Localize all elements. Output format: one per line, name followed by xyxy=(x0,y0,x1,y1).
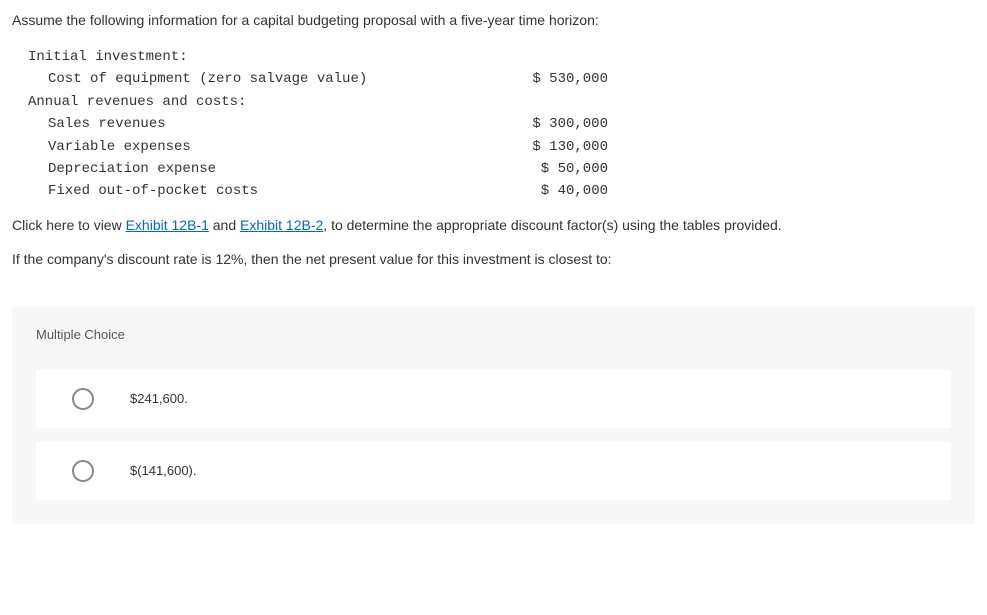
table-row: Fixed out-of-pocket costs$ 40,000 xyxy=(28,180,975,202)
row-value: $ 300,000 xyxy=(448,113,608,135)
table-row: Variable expenses$ 130,000 xyxy=(28,136,975,158)
table-row: Sales revenues$ 300,000 xyxy=(28,113,975,135)
table-row: Depreciation expense$ 50,000 xyxy=(28,158,975,180)
intro-text: Assume the following information for a c… xyxy=(12,12,975,28)
row-label: Sales revenues xyxy=(28,113,448,135)
row-value: $ 130,000 xyxy=(448,136,608,158)
exhibit-link-1[interactable]: Exhibit 12B-1 xyxy=(126,217,209,233)
row-value: $ 40,000 xyxy=(448,180,608,202)
row-value xyxy=(448,46,608,68)
radio-icon xyxy=(72,460,94,482)
multiple-choice-heading: Multiple Choice xyxy=(36,327,951,342)
answer-option[interactable]: $241,600. xyxy=(36,370,951,428)
row-value xyxy=(448,91,608,113)
click-suffix: , to determine the appropriate discount … xyxy=(323,217,781,233)
row-label: Cost of equipment (zero salvage value) xyxy=(28,68,448,90)
exhibit-links-sentence: Click here to view Exhibit 12B-1 and Exh… xyxy=(12,217,975,233)
click-prefix: Click here to view xyxy=(12,217,126,233)
financial-data-table: Initial investment:Cost of equipment (ze… xyxy=(28,46,975,203)
row-label: Depreciation expense xyxy=(28,158,448,180)
row-label: Initial investment: xyxy=(28,46,448,68)
row-value: $ 530,000 xyxy=(448,68,608,90)
row-value: $ 50,000 xyxy=(448,158,608,180)
click-mid: and xyxy=(209,217,240,233)
option-label: $(141,600). xyxy=(130,463,197,478)
radio-icon xyxy=(72,388,94,410)
exhibit-link-2[interactable]: Exhibit 12B-2 xyxy=(240,217,323,233)
row-label: Annual revenues and costs: xyxy=(28,91,448,113)
table-row: Annual revenues and costs: xyxy=(28,91,975,113)
multiple-choice-container: Multiple Choice $241,600. $(141,600). xyxy=(12,307,975,524)
row-label: Variable expenses xyxy=(28,136,448,158)
table-row: Initial investment: xyxy=(28,46,975,68)
answer-option[interactable]: $(141,600). xyxy=(36,442,951,500)
option-label: $241,600. xyxy=(130,391,188,406)
table-row: Cost of equipment (zero salvage value)$ … xyxy=(28,68,975,90)
question-text: If the company's discount rate is 12%, t… xyxy=(12,251,975,267)
row-label: Fixed out-of-pocket costs xyxy=(28,180,448,202)
